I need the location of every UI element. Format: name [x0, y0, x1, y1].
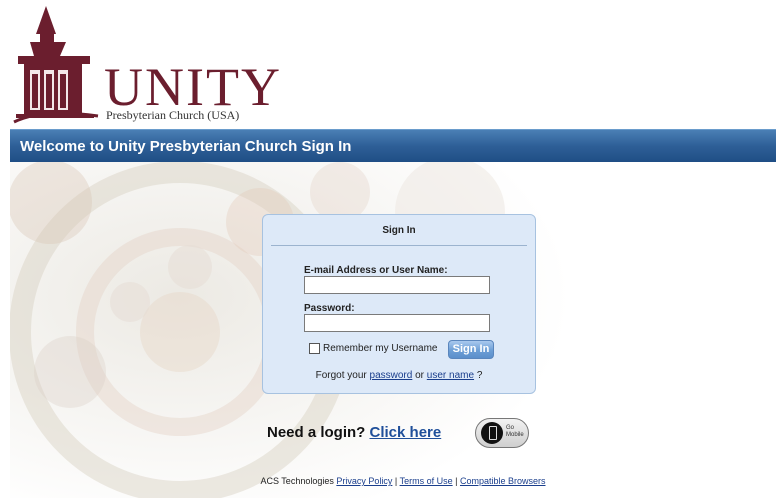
footer-company: ACS Technologies: [260, 476, 334, 486]
password-field[interactable]: [304, 314, 490, 332]
signin-panel: Sign In E-mail Address or User Name: Pas…: [262, 214, 536, 394]
welcome-banner: Welcome to Unity Presbyterian Church Sig…: [10, 129, 776, 162]
go-mobile-button[interactable]: Go Mobile: [475, 418, 529, 448]
email-field[interactable]: [304, 276, 490, 294]
remember-label: Remember my Username: [323, 343, 438, 354]
church-steeple-icon: [13, 6, 99, 124]
logo-wordmark: UNITY: [104, 57, 282, 117]
forgot-password-link[interactable]: password: [370, 370, 413, 381]
go-mobile-label: Go Mobile: [506, 425, 524, 439]
password-label: Password:: [304, 303, 355, 314]
signin-button[interactable]: Sign In: [448, 340, 494, 359]
footer-separator: |: [394, 476, 398, 486]
need-login-text: Need a login?: [267, 424, 366, 441]
logo-subtitle: Presbyterian Church (USA): [106, 108, 240, 122]
terms-of-use-link[interactable]: Terms of Use: [400, 476, 453, 486]
banner-title: Welcome to Unity Presbyterian Church Sig…: [20, 138, 352, 155]
email-label: E-mail Address or User Name:: [304, 265, 448, 276]
church-logo: UNITY Presbyterian Church (USA): [12, 4, 280, 126]
forgot-username-link[interactable]: user name: [427, 370, 474, 381]
go-mobile-line2: Mobile: [506, 432, 524, 438]
go-mobile-line1: Go: [506, 425, 515, 431]
remember-checkbox[interactable]: [309, 343, 320, 354]
forgot-suffix: ?: [476, 370, 483, 381]
forgot-credentials: Forgot your password or user name ?: [263, 370, 535, 381]
forgot-or: or: [415, 370, 425, 381]
forgot-prefix: Forgot your: [315, 370, 367, 381]
phone-icon: [481, 422, 503, 444]
compatible-browsers-link[interactable]: Compatible Browsers: [460, 476, 546, 486]
remember-username[interactable]: Remember my Username: [309, 343, 437, 354]
footer-separator: |: [455, 476, 458, 486]
privacy-policy-link[interactable]: Privacy Policy: [336, 476, 392, 486]
click-here-link[interactable]: Click here: [370, 424, 442, 441]
footer: ACS Technologies Privacy Policy | Terms …: [0, 476, 776, 486]
need-login: Need a login? Click here: [267, 424, 441, 441]
signin-title: Sign In: [382, 225, 416, 236]
signin-divider: [271, 245, 527, 246]
